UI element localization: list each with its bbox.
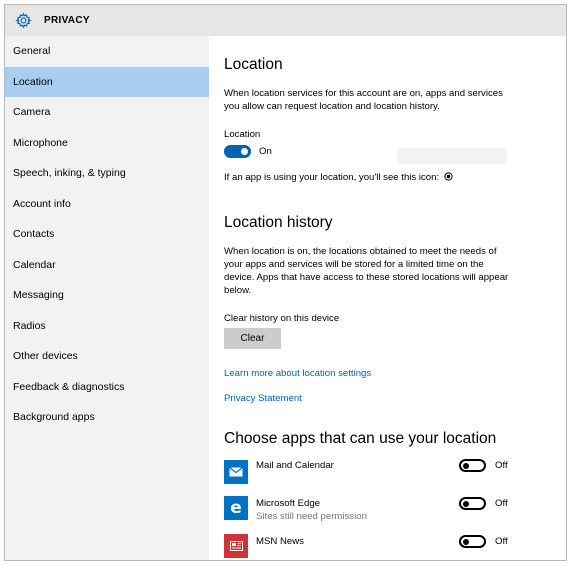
privacy-statement-link[interactable]: Privacy Statement: [224, 393, 302, 404]
sidebar-item-messaging[interactable]: Messaging: [5, 280, 209, 311]
gear-icon: [14, 12, 32, 30]
msn-news-toggle[interactable]: [459, 535, 486, 548]
choose-apps-heading: Choose apps that can use your location: [224, 430, 497, 447]
sidebar-item-account-info[interactable]: Account info: [5, 189, 209, 220]
microsoft-edge-icon: e: [224, 496, 248, 520]
msn-news-icon: [224, 534, 248, 558]
app-subtitle-microsoft-edge: Sites still need permission: [256, 511, 367, 522]
sidebar-item-background-apps[interactable]: Background apps: [5, 402, 209, 433]
title-bar: PRIVACY: [5, 5, 566, 36]
microsoft-edge-toggle[interactable]: [459, 497, 486, 510]
location-toggle-state: On: [259, 146, 272, 157]
mail-calendar-state: Off: [495, 460, 508, 471]
sidebar-item-location[interactable]: Location: [5, 66, 209, 97]
sidebar-item-other-devices[interactable]: Other devices: [5, 341, 209, 372]
faded-overlay: [397, 148, 507, 164]
app-name-microsoft-edge: Microsoft Edge: [256, 498, 320, 509]
main-content: Location When location services for this…: [224, 36, 554, 560]
mail-calendar-icon: [224, 460, 248, 484]
location-history-description: When location is on, the locations obtai…: [224, 246, 509, 296]
sidebar: General Location Camera Microphone Speec…: [5, 36, 209, 560]
location-heading: Location: [224, 56, 283, 73]
sidebar-item-radios[interactable]: Radios: [5, 311, 209, 342]
sidebar-item-general[interactable]: General: [5, 36, 209, 67]
clear-history-label: Clear history on this device: [224, 313, 340, 324]
sidebar-item-speech-inking-typing[interactable]: Speech, inking, & typing: [5, 158, 209, 189]
location-in-use-icon: [444, 172, 453, 181]
sidebar-item-camera[interactable]: Camera: [5, 97, 209, 128]
location-toggle-label: Location: [224, 129, 261, 140]
sidebar-item-microphone[interactable]: Microphone: [5, 128, 209, 159]
page-title: PRIVACY: [44, 15, 90, 26]
location-toggle[interactable]: [224, 145, 251, 158]
clear-button[interactable]: Clear: [224, 328, 281, 349]
location-description: When location services for this account …: [224, 88, 503, 112]
sidebar-item-calendar[interactable]: Calendar: [5, 250, 209, 281]
app-name-msn-news: MSN News: [256, 536, 304, 547]
sidebar-item-feedback-diagnostics[interactable]: Feedback & diagnostics: [5, 372, 209, 403]
microsoft-edge-state: Off: [495, 498, 508, 509]
learn-more-link[interactable]: Learn more about location settings: [224, 368, 371, 379]
settings-window: PRIVACY General Location Camera Micropho…: [4, 4, 567, 561]
app-name-mail-calendar: Mail and Calendar: [256, 460, 334, 471]
mail-calendar-toggle[interactable]: [459, 459, 486, 472]
msn-news-state: Off: [495, 536, 508, 547]
location-icon-note: If an app is using your location, you'll…: [224, 171, 453, 184]
location-history-heading: Location history: [224, 214, 333, 231]
sidebar-item-contacts[interactable]: Contacts: [5, 219, 209, 250]
